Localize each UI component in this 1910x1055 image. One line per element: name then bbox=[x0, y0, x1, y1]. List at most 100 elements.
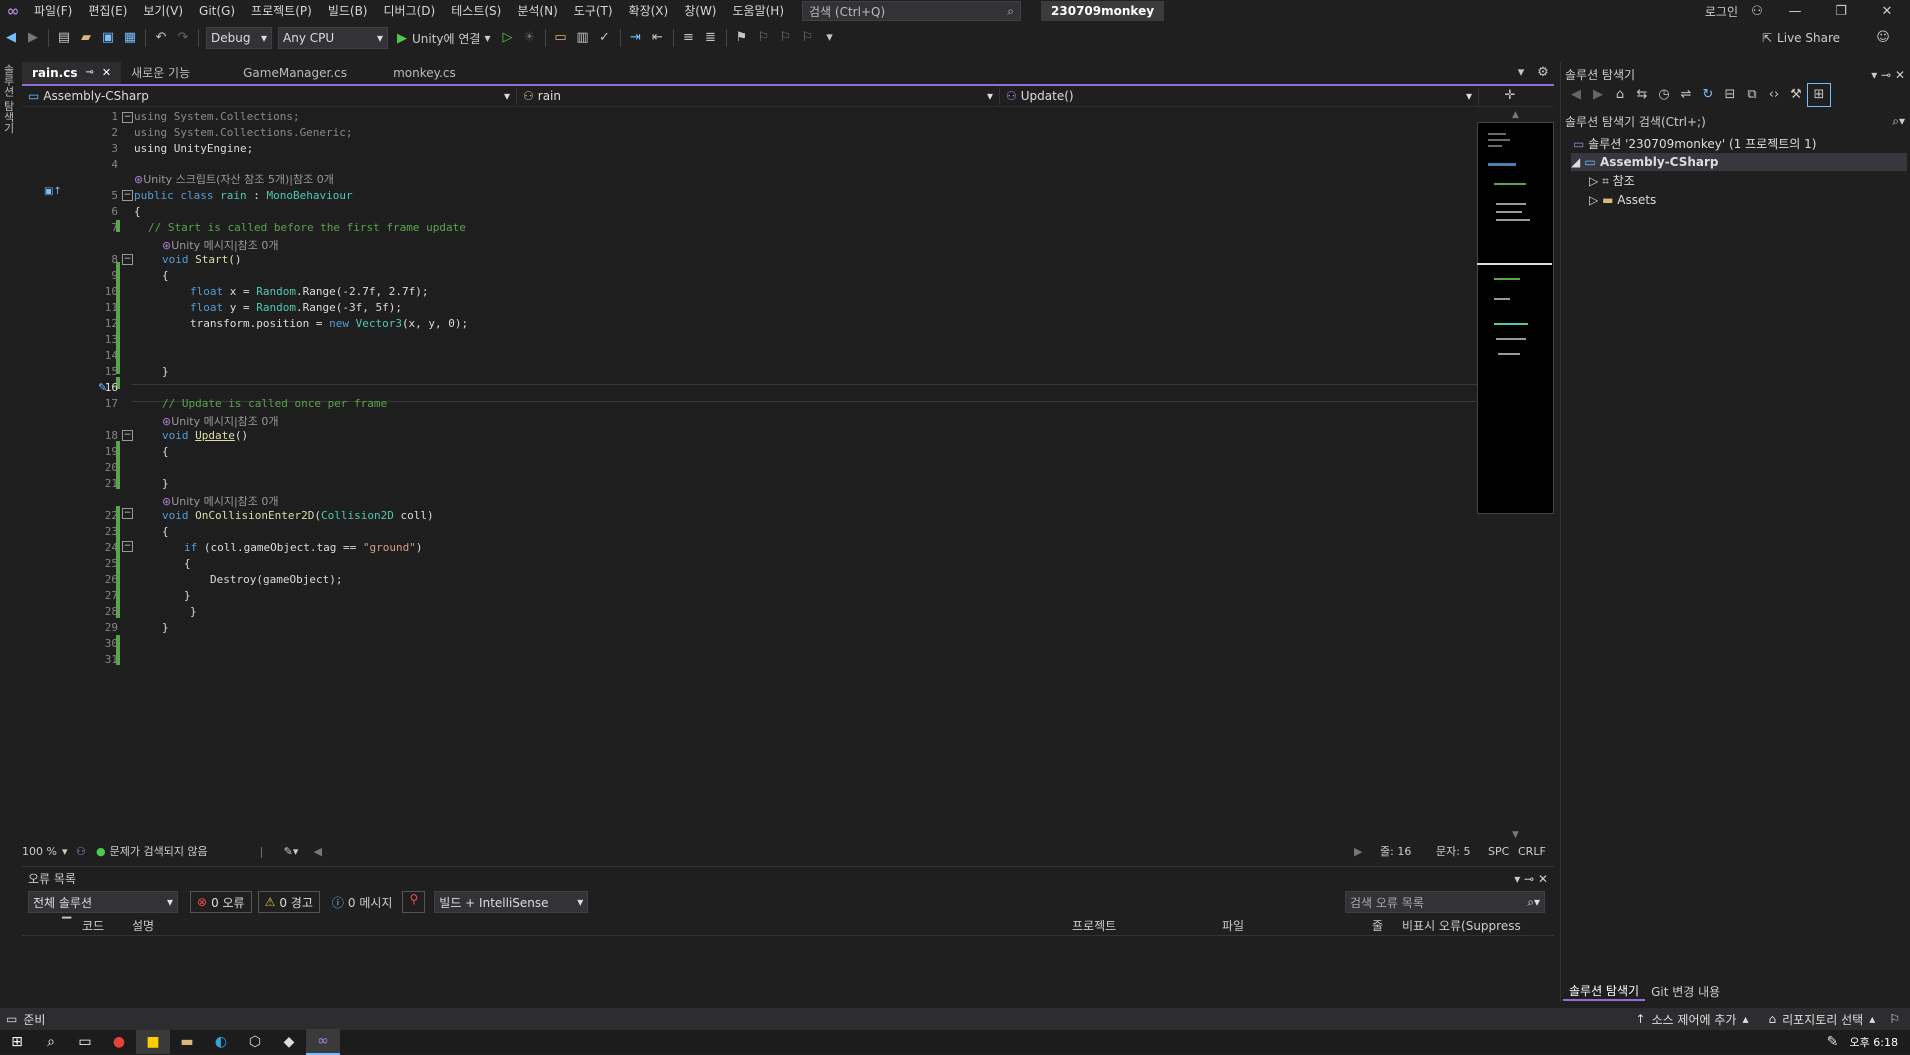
minimap-viewport[interactable] bbox=[1477, 263, 1552, 265]
zoom-level[interactable]: 100 % bbox=[22, 845, 62, 858]
tab-solution-explorer[interactable]: 솔루션 탐색기 bbox=[1563, 982, 1646, 1001]
login-link[interactable]: 로그인 bbox=[1701, 3, 1742, 20]
column-header-code[interactable]: 코드 bbox=[82, 917, 104, 934]
solution-search-input[interactable]: 솔루션 탐색기 검색(Ctrl+;) ⌕▾ bbox=[1565, 112, 1905, 130]
chevron-down-icon[interactable]: ▾ bbox=[62, 845, 76, 858]
close-panel-icon[interactable]: ✕ bbox=[1538, 872, 1548, 886]
collapse-icon[interactable]: − bbox=[122, 112, 133, 123]
menu-file[interactable]: 파일(F) bbox=[26, 0, 80, 22]
menu-test[interactable]: 테스트(S) bbox=[443, 0, 509, 22]
notifications-icon[interactable]: ⚐ bbox=[1889, 1012, 1900, 1026]
chrome-icon[interactable]: ● bbox=[102, 1030, 136, 1054]
menu-view[interactable]: 보기(V) bbox=[135, 0, 191, 22]
copilot-icon[interactable]: ⚇ bbox=[76, 845, 96, 858]
repository-button[interactable]: 리포지토리 선택 bbox=[1782, 1011, 1863, 1028]
search-icon[interactable]: ⌕ bbox=[34, 1030, 68, 1054]
windows-start-icon[interactable]: ⊞ bbox=[0, 1030, 34, 1054]
home-icon[interactable]: ⌂ bbox=[1609, 84, 1631, 106]
collapse-icon[interactable]: − bbox=[122, 508, 133, 519]
collapse-icon[interactable]: − bbox=[122, 190, 133, 201]
bookmark-icon[interactable]: ⚑ bbox=[731, 27, 753, 49]
close-tab-icon[interactable]: ✕ bbox=[102, 62, 111, 84]
run-unity-button[interactable]: ▶ Unity에 연결 ▾ bbox=[397, 30, 491, 47]
menu-help[interactable]: 도움말(H) bbox=[725, 0, 793, 22]
messages-filter-button[interactable]: ⓘ 0 메시지 bbox=[332, 894, 393, 911]
tab-git-changes[interactable]: Git 변경 내용 bbox=[1645, 983, 1726, 1000]
account-icon[interactable]: ⚇ bbox=[1742, 4, 1772, 19]
project-nav-select[interactable]: ▭ Assembly-CSharp ▾ bbox=[22, 87, 517, 105]
file-explorer-icon[interactable]: ▬ bbox=[170, 1030, 204, 1054]
settings-gear-icon[interactable]: ⚙ bbox=[1532, 62, 1554, 84]
tab-rain-cs[interactable]: rain.cs ⊸ ✕ bbox=[22, 62, 122, 84]
redo-icon[interactable]: ↷ bbox=[172, 27, 194, 49]
browse-icon[interactable]: ▭ bbox=[550, 27, 572, 49]
code-view-icon[interactable]: ‹› bbox=[1763, 84, 1785, 106]
back-icon[interactable]: ◀ bbox=[1565, 84, 1587, 106]
pending-changes-icon[interactable]: ◷ bbox=[1653, 84, 1675, 106]
hot-reload-icon[interactable]: ☀ bbox=[519, 27, 541, 49]
clock[interactable]: 오후 6:18 bbox=[1850, 1034, 1898, 1050]
clear-bookmarks-icon[interactable]: ⚐ bbox=[797, 27, 819, 49]
open-folder-icon[interactable]: ▰ bbox=[75, 27, 97, 49]
collapse-icon[interactable]: − bbox=[122, 430, 133, 441]
step-icon[interactable]: ⇥ bbox=[625, 27, 647, 49]
tree-solution-node[interactable]: ▭ 솔루션 '230709monkey' (1 프로젝트의 1) bbox=[1573, 135, 1816, 153]
close-panel-icon[interactable]: ✕ bbox=[1895, 68, 1905, 82]
codelens-collision[interactable]: ⊛Unity 메시지|참조 0개 bbox=[162, 493, 279, 509]
code-minimap[interactable] bbox=[1477, 122, 1554, 514]
save-all-icon[interactable]: ▦ bbox=[119, 27, 141, 49]
sync-icon[interactable]: ⇌ bbox=[1675, 84, 1697, 106]
properties-icon[interactable]: ⚒ bbox=[1785, 84, 1807, 106]
layout-icon[interactable]: ▥ bbox=[572, 27, 594, 49]
global-search-box[interactable]: 검색 (Ctrl+Q) ⌕ bbox=[802, 1, 1022, 21]
switch-views-icon[interactable]: ⇆ bbox=[1631, 84, 1653, 106]
menu-edit[interactable]: 편집(E) bbox=[80, 0, 135, 22]
codelens-start[interactable]: ⊛Unity 메시지|참조 0개 bbox=[162, 237, 279, 253]
restore-icon[interactable]: ❐ bbox=[1818, 4, 1864, 19]
next-bookmark-icon[interactable]: ⚐ bbox=[775, 27, 797, 49]
menu-analyze[interactable]: 분석(N) bbox=[509, 0, 565, 22]
indent-icon[interactable]: ≡ bbox=[678, 27, 700, 49]
class-nav-select[interactable]: ⚇ rain ▾ bbox=[517, 87, 1000, 105]
edge-icon[interactable]: ◐ bbox=[204, 1030, 238, 1054]
column-header-project[interactable]: 프로젝트 bbox=[1072, 917, 1116, 934]
prev-bookmark-icon[interactable]: ⚐ bbox=[753, 27, 775, 49]
errors-filter-button[interactable]: ⊗ 0 오류 bbox=[190, 891, 252, 913]
live-share-button[interactable]: ⇱ Live Share bbox=[1762, 24, 1840, 52]
build-filter-select[interactable]: 빌드 + IntelliSense ▾ bbox=[434, 891, 589, 913]
toolbar-overflow-icon[interactable]: ▾ bbox=[819, 27, 841, 49]
new-project-icon[interactable]: ▤ bbox=[53, 27, 75, 49]
menu-build[interactable]: 빌드(B) bbox=[320, 0, 376, 22]
tree-references-node[interactable]: ▷ ⌗ 참조 bbox=[1589, 172, 1635, 190]
undo-icon[interactable]: ↶ bbox=[150, 27, 172, 49]
close-window-icon[interactable]: ✕ bbox=[1864, 4, 1910, 19]
unity-hub-icon[interactable]: ⬡ bbox=[238, 1030, 272, 1054]
column-header-suppression[interactable]: 비표시 오류(Suppress bbox=[1402, 917, 1521, 934]
collapse-icon[interactable]: − bbox=[122, 541, 133, 552]
preview-icon[interactable]: ⊞ bbox=[1807, 83, 1831, 107]
platform-select[interactable]: Any CPU ▾ bbox=[278, 27, 388, 49]
back-icon[interactable]: ◀ bbox=[0, 27, 22, 49]
menu-project[interactable]: 프로젝트(P) bbox=[243, 0, 320, 22]
unity-editor-icon[interactable]: ◆ bbox=[272, 1030, 306, 1054]
visual-studio-icon[interactable]: ∞ bbox=[306, 1029, 340, 1055]
configuration-select[interactable]: Debug ▾ bbox=[206, 27, 272, 49]
tree-assets-node[interactable]: ▷ ▬ Assets bbox=[1589, 191, 1656, 209]
column-header-description[interactable]: 설명 bbox=[132, 917, 154, 934]
scroll-right-icon[interactable]: ▶ bbox=[1354, 845, 1380, 858]
kakaotalk-icon[interactable]: ■ bbox=[136, 1030, 170, 1054]
task-view-icon[interactable]: ▭ bbox=[68, 1030, 102, 1054]
chevron-up-icon[interactable]: ▴ bbox=[1869, 1012, 1875, 1026]
menu-extensions[interactable]: 확장(X) bbox=[621, 0, 677, 22]
show-all-files-icon[interactable]: ⧉ bbox=[1741, 84, 1763, 106]
tree-project-node[interactable]: ◢ ▭ Assembly-CSharp bbox=[1571, 153, 1907, 171]
chevron-down-icon[interactable]: ▾ bbox=[1871, 68, 1877, 82]
scroll-up-icon[interactable]: ▲ bbox=[1512, 110, 1519, 120]
line-ending-indicator[interactable]: CRLF bbox=[1518, 845, 1554, 858]
format-icon[interactable]: ⇤ bbox=[647, 27, 669, 49]
save-icon[interactable]: ▣ bbox=[97, 27, 119, 49]
breakpoint-glyph-icon[interactable]: ▣↑ bbox=[44, 186, 62, 197]
member-nav-select[interactable]: ⚇ Update() ▾ bbox=[1000, 87, 1479, 105]
menu-debug[interactable]: 디버그(D) bbox=[376, 0, 444, 22]
whitespace-indicator[interactable]: SPC bbox=[1488, 845, 1518, 858]
